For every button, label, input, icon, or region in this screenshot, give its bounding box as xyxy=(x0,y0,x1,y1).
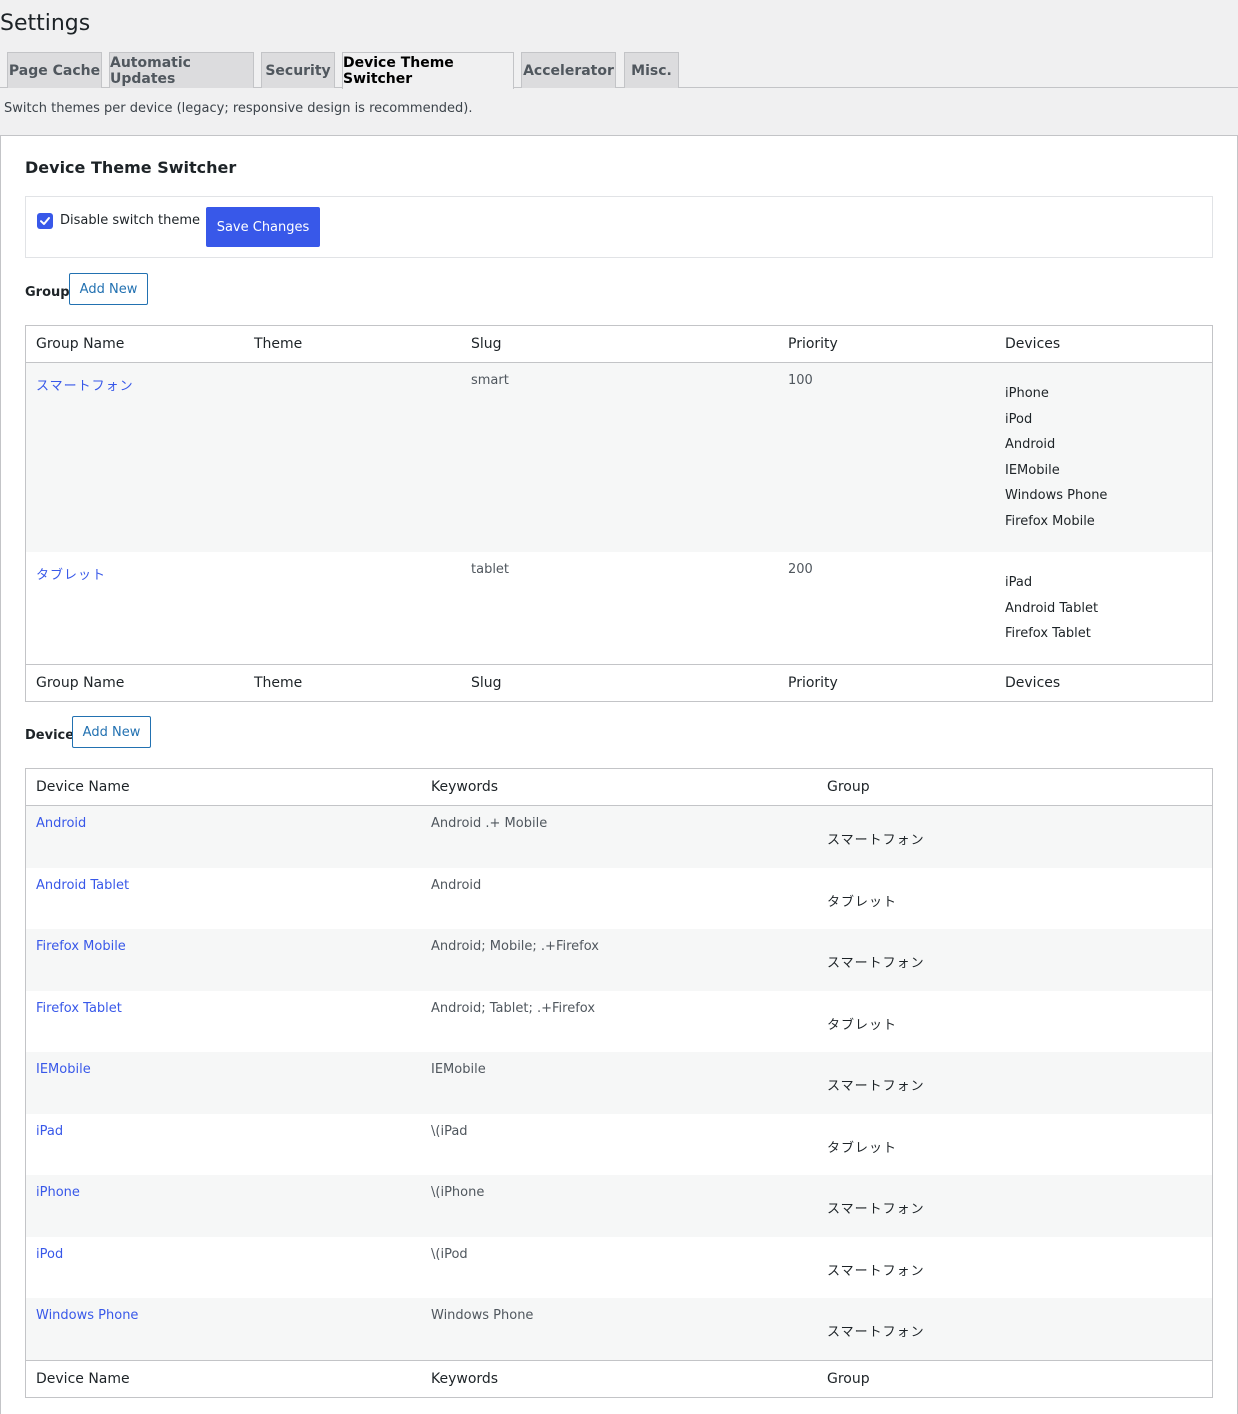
device-table-footer: Device Name Keywords Group xyxy=(26,1359,1212,1397)
device-group: スマートフォン xyxy=(827,1263,925,1279)
options-box: Disable switch theme Save Changes xyxy=(25,196,1213,258)
group-table-header: Group Name Theme Slug Priority Devices xyxy=(26,326,1212,363)
device-keywords: Android .+ Mobile xyxy=(431,816,548,831)
device-group: スマートフォン xyxy=(827,833,925,848)
add-device-button[interactable]: Add New xyxy=(72,716,151,748)
page-description: Switch themes per device (legacy; respon… xyxy=(4,101,473,116)
group-device-list: iPhone iPod Android IEMobile Windows Pho… xyxy=(1005,381,1107,534)
device-name-link[interactable]: Android Tablet xyxy=(36,878,129,893)
group-section-label: Group xyxy=(25,285,70,300)
device-group: スマートフォン xyxy=(827,1202,925,1217)
column-theme[interactable]: Theme xyxy=(254,675,302,691)
device-keywords: Android; Tablet; .+Firefox xyxy=(431,1000,596,1016)
column-group[interactable]: Group xyxy=(827,1371,870,1387)
group-name-link[interactable]: タブレット xyxy=(36,564,106,583)
tab-device-theme-switcher[interactable]: Device Theme Switcher xyxy=(342,52,514,89)
device-group: タブレット xyxy=(827,1017,898,1033)
group-table-footer: Group Name Theme Slug Priority Devices xyxy=(26,664,1212,701)
device-table: Device Name Keywords Group Android Andro… xyxy=(25,768,1213,1398)
tab-security[interactable]: Security xyxy=(261,52,335,88)
column-keywords[interactable]: Keywords xyxy=(431,779,498,795)
device-table-header: Device Name Keywords Group xyxy=(26,769,1212,806)
device-keywords: Android; Mobile; .+Firefox xyxy=(431,939,599,954)
device-name-link[interactable]: iPod xyxy=(36,1247,63,1262)
table-row: タブレット tablet 200 iPad Android Tablet Fir… xyxy=(26,552,1212,664)
column-keywords[interactable]: Keywords xyxy=(431,1371,498,1387)
group-slug: smart xyxy=(471,373,509,388)
device-name-link[interactable]: iPad xyxy=(36,1124,63,1139)
device-name-link[interactable]: iPhone xyxy=(36,1185,80,1200)
column-device-name[interactable]: Device Name xyxy=(36,1371,130,1387)
device-keywords: IEMobile xyxy=(431,1062,486,1077)
settings-tabs: Page Cache Automatic Updates Security De… xyxy=(0,52,1238,89)
column-theme[interactable]: Theme xyxy=(254,336,302,352)
column-device-name[interactable]: Device Name xyxy=(36,779,130,795)
device-group: スマートフォン xyxy=(827,1079,925,1094)
table-row: iPhone \(iPhone スマートフォン xyxy=(26,1175,1212,1237)
device-keywords: \(iPad xyxy=(431,1123,468,1139)
group-table: Group Name Theme Slug Priority Devices ス… xyxy=(25,325,1213,702)
table-row: Android Tablet Android タブレット xyxy=(26,868,1212,930)
group-priority: 200 xyxy=(788,562,813,577)
device-name-link[interactable]: Android xyxy=(36,816,86,831)
checkmark-icon xyxy=(40,217,50,225)
list-item: iPod xyxy=(1005,411,1033,427)
column-group-name[interactable]: Group Name xyxy=(36,675,124,691)
list-item: Android xyxy=(1005,437,1056,452)
device-keywords: Android xyxy=(431,877,482,893)
disable-switch-label: Disable switch theme xyxy=(60,213,200,228)
group-name-link[interactable]: スマートフォン xyxy=(36,375,134,394)
table-row: IEMobile IEMobile スマートフォン xyxy=(26,1052,1212,1114)
device-group: スマートフォン xyxy=(827,1325,925,1340)
tab-accelerator[interactable]: Accelerator xyxy=(521,52,616,88)
group-priority: 100 xyxy=(788,373,813,388)
device-name-link[interactable]: Firefox Tablet xyxy=(36,1001,122,1016)
device-name-link[interactable]: Windows Phone xyxy=(36,1308,138,1323)
column-slug[interactable]: Slug xyxy=(471,336,502,352)
device-keywords: \(iPod xyxy=(431,1246,468,1262)
list-item: Windows Phone xyxy=(1005,488,1108,503)
device-group: タブレット xyxy=(827,894,898,910)
device-keywords: Windows Phone xyxy=(431,1308,534,1323)
list-item: iPhone xyxy=(1005,386,1049,401)
list-item: iPad xyxy=(1005,575,1033,590)
device-name-link[interactable]: IEMobile xyxy=(36,1062,91,1077)
device-group: スマートフォン xyxy=(827,956,925,971)
list-item: Firefox Mobile xyxy=(1005,513,1095,529)
tab-automatic-updates[interactable]: Automatic Updates xyxy=(109,52,254,88)
group-device-list: iPad Android Tablet Firefox Tablet xyxy=(1005,570,1098,647)
device-section-label: Device xyxy=(25,728,75,743)
list-item: Android Tablet xyxy=(1005,600,1099,616)
column-devices[interactable]: Devices xyxy=(1005,675,1060,691)
settings-panel: Device Theme Switcher Disable switch the… xyxy=(0,135,1238,1414)
device-keywords: \(iPhone xyxy=(431,1185,485,1200)
column-group[interactable]: Group xyxy=(827,779,870,795)
column-slug[interactable]: Slug xyxy=(471,675,502,691)
tab-misc[interactable]: Misc. xyxy=(624,52,679,88)
list-item: Firefox Tablet xyxy=(1005,626,1091,641)
column-devices[interactable]: Devices xyxy=(1005,336,1060,352)
group-slug: tablet xyxy=(471,562,510,577)
device-name-link[interactable]: Firefox Mobile xyxy=(36,939,126,954)
table-row: スマートフォン smart 100 iPhone iPod Android IE… xyxy=(26,363,1212,552)
table-row: Firefox Mobile Android; Mobile; .+Firefo… xyxy=(26,929,1212,991)
table-row: Android Android .+ Mobile スマートフォン xyxy=(26,806,1212,868)
column-priority[interactable]: Priority xyxy=(788,675,838,691)
table-row: Windows Phone Windows Phone スマートフォン xyxy=(26,1298,1212,1360)
page-title: Settings xyxy=(0,11,91,36)
table-row: iPad \(iPad タブレット xyxy=(26,1114,1212,1176)
table-row: iPod \(iPod スマートフォン xyxy=(26,1237,1212,1299)
disable-switch-checkbox[interactable] xyxy=(37,213,53,229)
column-group-name[interactable]: Group Name xyxy=(36,336,124,352)
column-priority[interactable]: Priority xyxy=(788,336,838,352)
add-group-button[interactable]: Add New xyxy=(69,273,148,305)
save-changes-button[interactable]: Save Changes xyxy=(206,207,320,247)
device-group: タブレット xyxy=(827,1140,898,1156)
list-item: IEMobile xyxy=(1005,462,1060,478)
table-row: Firefox Tablet Android; Tablet; .+Firefo… xyxy=(26,991,1212,1053)
tab-page-cache[interactable]: Page Cache xyxy=(7,52,102,88)
section-title: Device Theme Switcher xyxy=(25,158,237,177)
